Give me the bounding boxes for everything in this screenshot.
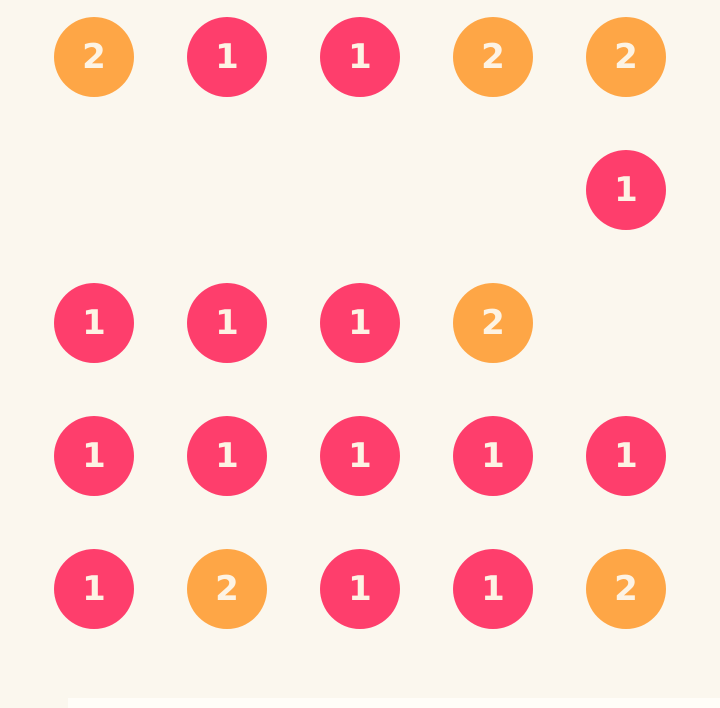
empty-cell — [453, 150, 533, 230]
number-tile[interactable]: 1 — [54, 283, 134, 363]
game-board: 21122111121111112112 — [0, 0, 720, 708]
number-tile[interactable]: 1 — [453, 549, 533, 629]
number-tile[interactable]: 2 — [54, 17, 134, 97]
number-tile[interactable]: 1 — [187, 416, 267, 496]
number-tile[interactable]: 1 — [320, 549, 400, 629]
bottom-strip — [68, 698, 720, 708]
number-tile[interactable]: 1 — [320, 17, 400, 97]
number-tile[interactable]: 1 — [586, 150, 666, 230]
number-tile[interactable]: 2 — [453, 17, 533, 97]
number-tile[interactable]: 1 — [187, 283, 267, 363]
number-tile[interactable]: 2 — [453, 283, 533, 363]
empty-cell — [320, 150, 400, 230]
empty-cell — [586, 283, 666, 363]
number-tile[interactable]: 2 — [586, 549, 666, 629]
number-tile[interactable]: 2 — [187, 549, 267, 629]
number-tile[interactable]: 2 — [586, 17, 666, 97]
number-tile[interactable]: 1 — [453, 416, 533, 496]
number-tile[interactable]: 1 — [320, 416, 400, 496]
empty-cell — [54, 150, 134, 230]
number-tile[interactable]: 1 — [320, 283, 400, 363]
number-tile[interactable]: 1 — [54, 416, 134, 496]
empty-cell — [187, 150, 267, 230]
number-tile[interactable]: 1 — [187, 17, 267, 97]
number-tile[interactable]: 1 — [54, 549, 134, 629]
number-tile[interactable]: 1 — [586, 416, 666, 496]
